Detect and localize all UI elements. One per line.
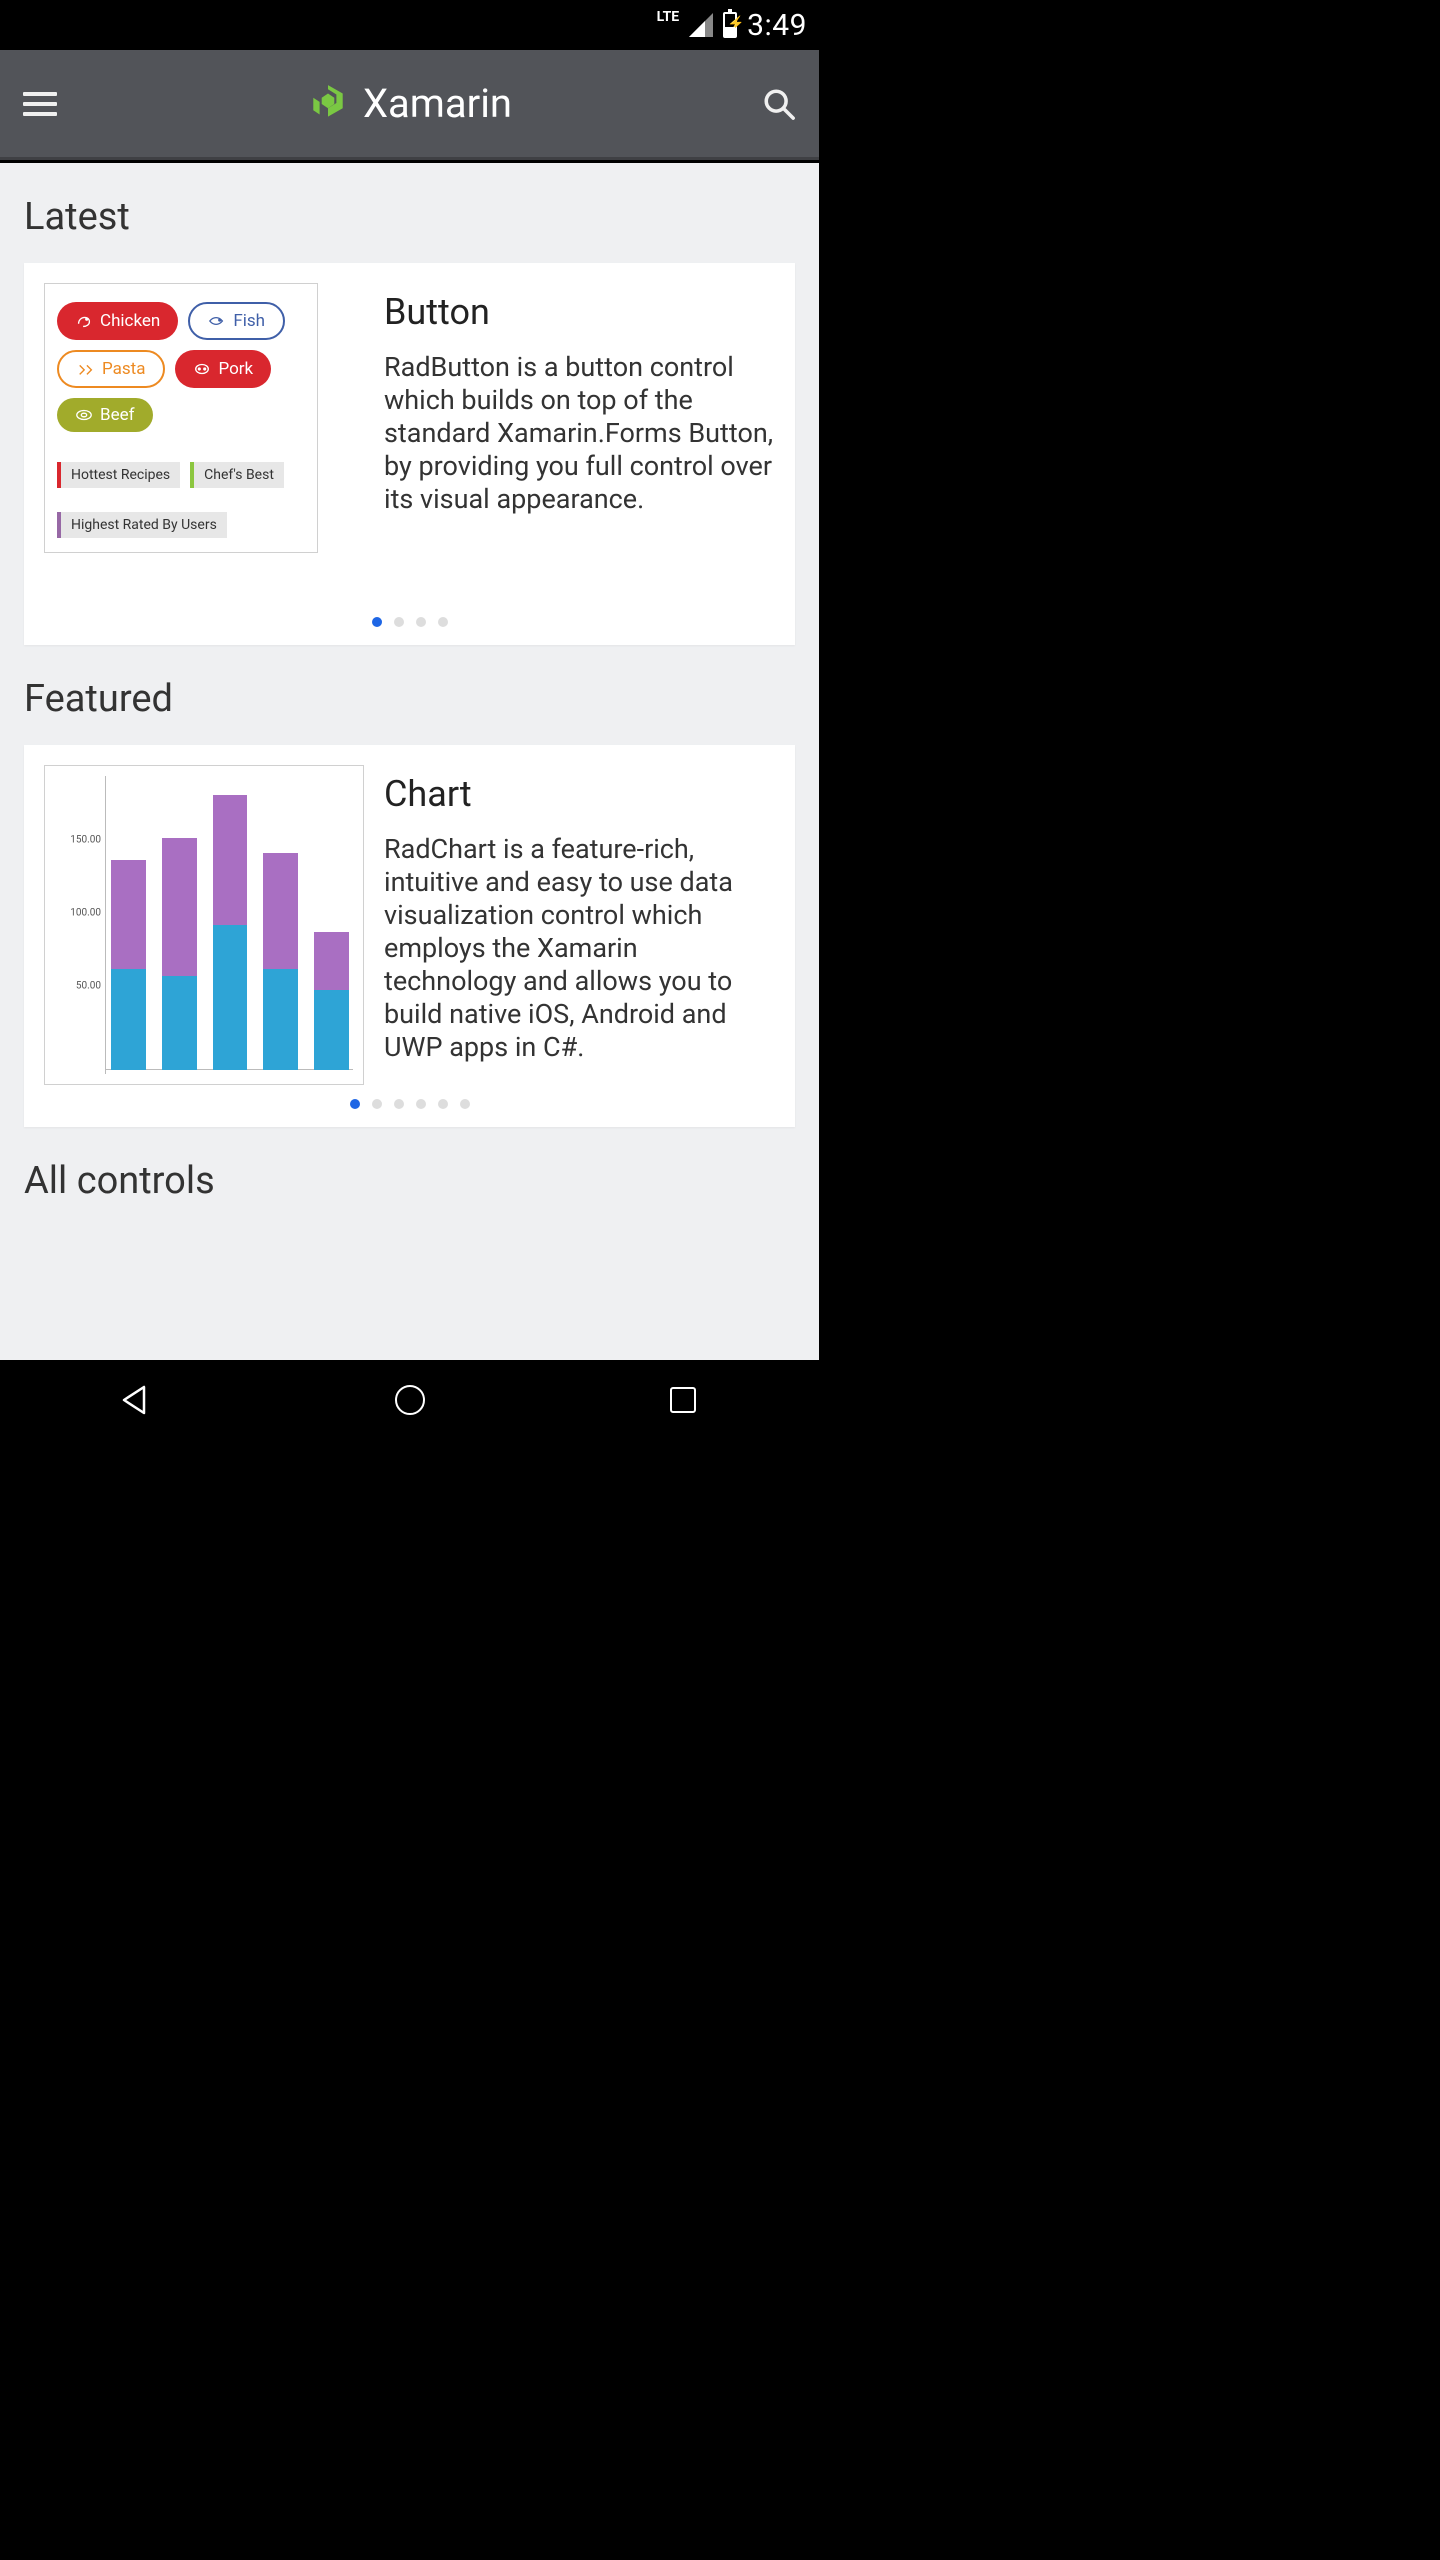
latest-pager-dots[interactable] xyxy=(44,617,775,627)
section-title-latest: Latest xyxy=(0,163,819,263)
chart-bar xyxy=(162,780,197,1070)
tag-chicken: Chicken xyxy=(57,302,178,340)
battery-icon: ⚡ xyxy=(723,12,737,38)
signal-icon xyxy=(689,13,713,37)
chart-bar xyxy=(314,780,349,1070)
pager-dot[interactable] xyxy=(350,1099,360,1109)
tag-pasta: Pasta xyxy=(57,350,165,388)
rect-button: Chef's Best xyxy=(190,462,284,488)
pager-dot[interactable] xyxy=(394,617,404,627)
status-time: 3:49 xyxy=(747,8,807,43)
status-bar: LTE ⚡ 3:49 xyxy=(0,0,819,50)
rect-button: Hottest Recipes xyxy=(57,462,180,488)
nav-home-button[interactable] xyxy=(380,1370,440,1430)
pager-dot[interactable] xyxy=(372,1099,382,1109)
latest-card[interactable]: Chicken Fish Pasta Pork Beef Hottest Recipes… xyxy=(24,263,795,645)
content-scroll[interactable]: Latest Chicken Fish Pasta Pork Beef Hottest … xyxy=(0,163,819,1360)
android-nav-bar xyxy=(0,1360,819,1440)
chart-bar xyxy=(213,780,248,1070)
menu-button[interactable] xyxy=(20,84,60,124)
button-preview-image: Chicken Fish Pasta Pork Beef Hottest Recipes… xyxy=(44,283,364,603)
featured-pager-dots[interactable] xyxy=(44,1099,775,1109)
pager-dot[interactable] xyxy=(460,1099,470,1109)
section-title-featured: Featured xyxy=(0,645,819,745)
y-tick-label: 100.00 xyxy=(70,908,101,919)
app-logo-icon xyxy=(307,83,349,125)
featured-card-title: Chart xyxy=(384,773,775,815)
back-icon xyxy=(120,1383,154,1417)
y-tick-label: 150.00 xyxy=(70,835,101,846)
search-icon xyxy=(762,87,796,121)
pager-dot[interactable] xyxy=(438,1099,448,1109)
hamburger-icon xyxy=(23,92,57,116)
pager-dot[interactable] xyxy=(416,617,426,627)
nav-back-button[interactable] xyxy=(107,1370,167,1430)
nav-recent-button[interactable] xyxy=(653,1370,713,1430)
pager-dot[interactable] xyxy=(416,1099,426,1109)
search-button[interactable] xyxy=(759,84,799,124)
app-title: Xamarin xyxy=(363,80,512,127)
section-title-all-controls: All controls xyxy=(0,1127,819,1227)
recent-icon xyxy=(670,1387,696,1413)
y-tick-label: 50.00 xyxy=(76,981,101,992)
tag-pork: Pork xyxy=(175,350,271,388)
app-title-wrap: Xamarin xyxy=(307,80,512,127)
chart-preview-image: 50.00 100.00 150.00 xyxy=(44,765,364,1085)
featured-card-description: RadChart is a feature-rich, intuitive an… xyxy=(384,833,775,1064)
pager-dot[interactable] xyxy=(394,1099,404,1109)
tag-fish: Fish xyxy=(188,302,285,340)
pager-dot[interactable] xyxy=(438,617,448,627)
app-bar: Xamarin xyxy=(0,50,819,160)
latest-card-title: Button xyxy=(384,291,775,333)
latest-card-description: RadButton is a button control which buil… xyxy=(384,351,775,516)
featured-card[interactable]: 50.00 100.00 150.00 Chart RadChart is a fe… xyxy=(24,745,795,1127)
chart-bar xyxy=(263,780,298,1070)
chart-bar xyxy=(111,780,146,1070)
home-icon xyxy=(395,1385,425,1415)
network-label: LTE xyxy=(657,9,680,25)
rect-button: Highest Rated By Users xyxy=(57,512,227,538)
tag-beef: Beef xyxy=(57,398,153,432)
pager-dot[interactable] xyxy=(372,617,382,627)
